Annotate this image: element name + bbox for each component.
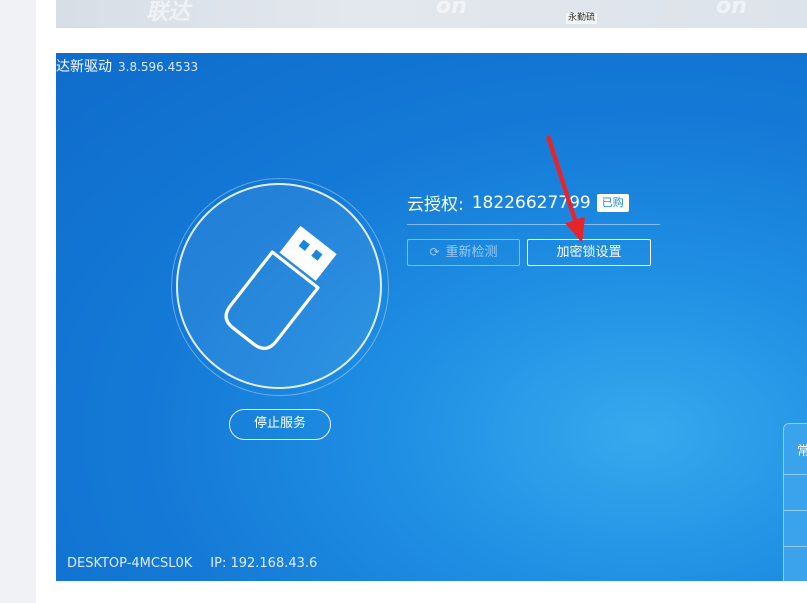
- status-bar: DESKTOP-4MCSL0K IP: 192.168.43.6: [67, 556, 317, 571]
- app-title: 达新驱动: [56, 59, 112, 75]
- app-version: 3.8.596.4533: [118, 60, 199, 74]
- app-title-bar: 达新驱动 3.8.596.4533: [56, 56, 198, 76]
- side-tab-label: 常: [797, 444, 807, 459]
- redetect-label: 重新检测: [445, 245, 498, 260]
- purchased-badge: 已购: [596, 193, 629, 212]
- side-divider: [784, 510, 807, 511]
- ip-value: 192.168.43.6: [230, 556, 318, 571]
- driver-app-window: 达新驱动 3.8.596.4533 停止服务 云授权: 18226627799 已…: [56, 53, 807, 581]
- cloud-auth-label: 云授权:: [407, 195, 464, 215]
- ip-label: IP:: [210, 556, 227, 571]
- top-image-strip: 联达 on on 永勤硫: [56, 0, 807, 28]
- strip-label: 永勤硫: [566, 13, 598, 24]
- side-panel[interactable]: 常: [783, 423, 807, 581]
- usb-status-circle[interactable]: [176, 183, 382, 389]
- watermark-text: on: [716, 0, 747, 19]
- red-arrow-icon: [546, 135, 585, 243]
- side-divider: [784, 474, 807, 475]
- watermark-text: 联达: [146, 0, 191, 25]
- refresh-icon: ⟳: [429, 245, 440, 259]
- usb-drive-icon: [224, 225, 337, 350]
- hostname: DESKTOP-4MCSL0K: [67, 556, 193, 571]
- redetect-button[interactable]: ⟳ 重新检测: [407, 239, 520, 266]
- auth-divider: [407, 224, 660, 225]
- watermark-text: on: [436, 0, 467, 19]
- side-divider: [784, 546, 807, 547]
- stop-service-button[interactable]: 停止服务: [229, 409, 331, 440]
